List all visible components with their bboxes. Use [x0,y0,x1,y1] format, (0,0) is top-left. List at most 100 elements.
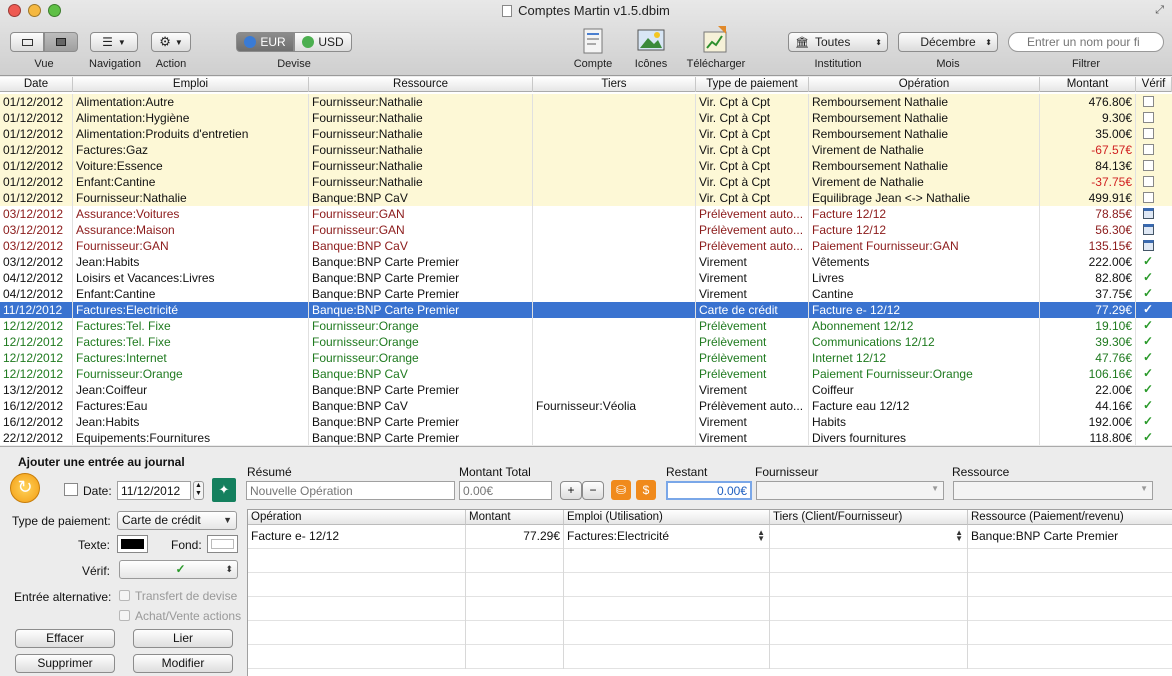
split-column-header-2[interactable]: Emploi (Utilisation) [564,510,770,525]
column-header-0[interactable]: Date [0,77,73,92]
checkmark-icon[interactable]: ✓ [1143,335,1154,347]
verif-checkbox[interactable] [1143,112,1154,123]
split-table[interactable]: Opération Montant Emploi (Utilisation) Tier… [247,509,1172,676]
transfert-devise-checkbox[interactable] [119,590,130,601]
add-split-button[interactable]: + [560,481,582,500]
split-empty-row[interactable] [248,573,1172,597]
verif-checkbox[interactable] [1143,160,1154,171]
checkmark-icon[interactable]: ✓ [1143,367,1154,379]
verif-checkbox[interactable] [1143,128,1154,139]
remove-split-button[interactable]: − [582,481,604,500]
split-column-header-4[interactable]: Ressource (Paiement/revenu) [968,510,1172,525]
split-empty-row[interactable] [248,549,1172,573]
achat-vente-checkbox[interactable] [119,610,130,621]
bank-logo-icon[interactable]: ✦ [212,478,236,502]
table-row[interactable]: 01/12/2012 Alimentation:Hygiène Fournisseu… [0,110,1172,126]
column-header-2[interactable]: Ressource [309,77,533,92]
refresh-icon[interactable]: ↻ [10,473,40,503]
split-empty-row[interactable] [248,597,1172,621]
invoice-icon[interactable]: $ [636,480,656,500]
checkmark-icon[interactable]: ✓ [1143,351,1154,363]
checkmark-icon[interactable]: ✓ [1143,287,1154,299]
checkmark-icon[interactable]: ✓ [1143,255,1154,267]
calendar-icon[interactable] [1143,240,1154,251]
split-row[interactable]: Facture e- 12/12 77.29€ Factures:Electrici… [248,525,1172,549]
table-row[interactable]: 12/12/2012 Factures:Internet Fournisseur:O… [0,350,1172,366]
telecharger-icon[interactable] [700,24,732,56]
texte-color-well[interactable] [117,535,148,553]
verif-checkbox[interactable] [1143,192,1154,203]
table-row[interactable]: 03/12/2012 Fournisseur:GAN Banque:BNP CaV P… [0,238,1172,254]
column-header-1[interactable]: Emploi [73,77,309,92]
table-row[interactable]: 01/12/2012 Voiture:Essence Fournisseur:Nat… [0,158,1172,174]
table-row[interactable]: 03/12/2012 Jean:Habits Banque:BNP Carte Pr… [0,254,1172,270]
table-row[interactable]: 04/12/2012 Loisirs et Vacances:Livres Banq… [0,270,1172,286]
montant-total-input[interactable] [459,481,552,500]
checkmark-icon[interactable]: ✓ [1143,431,1154,443]
table-row[interactable]: 03/12/2012 Assurance:Maison Fournisseur:GA… [0,222,1172,238]
table-row[interactable]: 13/12/2012 Jean:Coiffeur Banque:BNP Carte … [0,382,1172,398]
mois-select[interactable]: Décembre ⬍ [898,32,998,52]
navigation-button[interactable]: ☰ ▼ [90,32,138,52]
modifier-button[interactable]: Modifier [133,654,233,673]
column-header-4[interactable]: Type de paiement [696,77,809,92]
table-row[interactable]: 01/12/2012 Enfant:Cantine Fournisseur:Nath… [0,174,1172,190]
calendar-icon[interactable] [1143,208,1154,219]
checkmark-icon[interactable]: ✓ [1143,319,1154,331]
verif-checkbox[interactable] [1143,144,1154,155]
split-empty-row[interactable] [248,645,1172,669]
checkmark-icon[interactable]: ✓ [1143,271,1154,283]
devise-usd-button[interactable]: USD [294,32,352,52]
column-header-3[interactable]: Tiers [533,77,696,92]
supprimer-button[interactable]: Supprimer [15,654,115,673]
date-field[interactable] [117,481,191,500]
fond-color-well[interactable] [207,535,238,553]
transactions-table[interactable]: Date Emploi Ressource Tiers Type de paiement… [0,77,1172,445]
fournisseur-combo[interactable]: ▼ [756,481,944,500]
table-row[interactable]: 11/12/2012 Factures:Electricité Banque:BNP… [0,302,1172,318]
action-button[interactable]: ⚙ ▼ [151,32,191,52]
verif-checkbox[interactable] [1143,176,1154,187]
lier-button[interactable]: Lier [133,629,233,648]
table-row[interactable]: 12/12/2012 Fournisseur:Orange Banque:BNP C… [0,366,1172,382]
type-paiement-select[interactable]: Carte de crédit ▼ [117,511,237,530]
verif-select[interactable]: ✓ ⬍ [119,560,238,579]
table-row[interactable]: 01/12/2012 Alimentation:Produits d'entret… [0,126,1172,142]
basket-icon[interactable]: ⛁ [611,480,631,500]
table-row[interactable]: 04/12/2012 Enfant:Cantine Banque:BNP Carte… [0,286,1172,302]
effacer-button[interactable]: Effacer [15,629,115,648]
checkmark-icon[interactable]: ✓ [1143,399,1154,411]
table-row[interactable]: 16/12/2012 Factures:Eau Banque:BNP CaV Four… [0,398,1172,414]
vue-list-button[interactable] [10,32,44,52]
table-row[interactable]: 01/12/2012 Factures:Gaz Fournisseur:Nathal… [0,142,1172,158]
checkmark-icon[interactable]: ✓ [1143,303,1154,315]
calendar-icon[interactable] [1143,224,1154,235]
split-empty-row[interactable] [248,621,1172,645]
updown-icon[interactable]: ▲ ▼ [757,529,765,543]
vue-split-button[interactable] [44,32,78,52]
search-input[interactable] [1008,32,1164,52]
date-stepper[interactable]: ▲ ▼ [193,481,204,500]
table-row[interactable]: 03/12/2012 Assurance:Voitures Fournisseur:… [0,206,1172,222]
ressource-combo[interactable]: ▼ [953,481,1153,500]
verif-checkbox[interactable] [1143,96,1154,107]
table-row[interactable]: 22/12/2012 Equipements:Fournitures Banque:… [0,430,1172,445]
table-row[interactable]: 12/12/2012 Factures:Tel. Fixe Fournisseur:… [0,334,1172,350]
icones-icon[interactable] [635,24,667,56]
institution-select[interactable]: 🏛 Toutes ⬍ [788,32,888,52]
table-row[interactable]: 16/12/2012 Jean:Habits Banque:BNP Carte Pr… [0,414,1172,430]
split-column-header-3[interactable]: Tiers (Client/Fournisseur) [770,510,968,525]
updown-icon[interactable]: ▲ ▼ [955,529,963,543]
table-row[interactable]: 01/12/2012 Alimentation:Autre Fournisseur:… [0,94,1172,110]
split-column-header-1[interactable]: Montant [466,510,564,525]
column-header-6[interactable]: Montant [1040,77,1136,92]
checkmark-icon[interactable]: ✓ [1143,415,1154,427]
column-header-5[interactable]: Opération [809,77,1040,92]
compte-icon[interactable] [577,24,609,56]
resume-input[interactable] [246,481,455,500]
devise-eur-button[interactable]: EUR [236,32,294,52]
split-column-header-0[interactable]: Opération [248,510,466,525]
table-row[interactable]: 01/12/2012 Fournisseur:Nathalie Banque:BNP… [0,190,1172,206]
checkmark-icon[interactable]: ✓ [1143,383,1154,395]
column-header-7[interactable]: Vérif [1136,77,1172,92]
